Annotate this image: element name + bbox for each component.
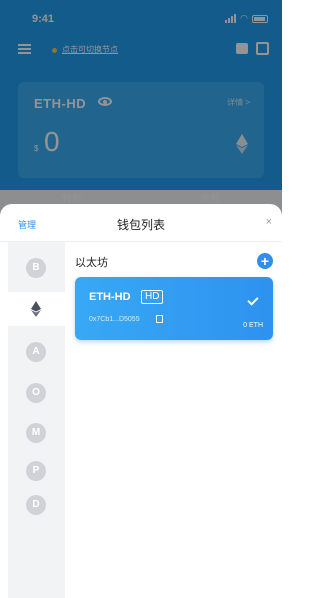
hd-badge: HD [141,290,164,304]
sheet-title: 钱包列表 [116,218,165,232]
close-icon[interactable]: × [266,216,272,228]
chain-5-icon[interactable]: M [26,423,46,443]
wallet-list-panel: 以太坊 + ETH-HD HD 0x7Cb1...D5055 0 ETH [65,242,282,598]
chain-title: 以太坊 [75,257,108,269]
wallet-list-sheet: 管理 钱包列表 × B A O M P D 以太坊 + ETH-HD HD 0x… [0,204,282,598]
chain-7-icon[interactable]: D [26,495,46,515]
add-wallet-button[interactable]: + [257,253,273,269]
eos-icon[interactable]: A [26,342,46,362]
wallet-item-name: ETH-HD [89,291,131,303]
wallet-address: 0x7Cb1...D5055 [89,316,140,323]
wallet-list-item[interactable]: ETH-HD HD 0x7Cb1...D5055 0 ETH [75,277,273,340]
sheet-header: 管理 钱包列表 × [0,204,282,242]
copy-icon[interactable] [156,315,163,323]
chain-4-icon[interactable]: O [26,383,46,403]
bitcoin-icon[interactable]: B [26,258,46,278]
ethereum-logo-icon [31,301,41,317]
wallet-item-balance: 0 ETH [243,322,263,329]
checkmark-icon [247,294,259,306]
chain-6-icon[interactable]: P [26,461,46,481]
ethereum-icon[interactable] [26,299,46,319]
chain-sidebar: B A O M P D [8,242,65,598]
